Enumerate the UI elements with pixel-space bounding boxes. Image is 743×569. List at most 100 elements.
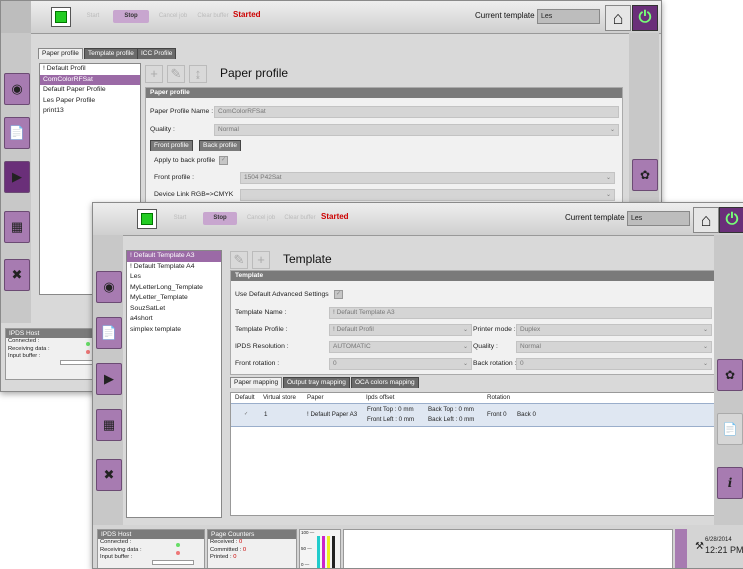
column-header: Rotation <box>487 394 511 401</box>
list-item[interactable]: MyLetterLong_Template <box>127 283 221 294</box>
message-toggle-icon[interactable] <box>675 529 687 568</box>
calendar-icon[interactable]: ▦ <box>4 211 30 243</box>
tab-icc-profile[interactable]: ICC Profile <box>137 48 177 59</box>
printer-status-icon <box>137 209 157 229</box>
document-icon[interactable]: 📄 <box>717 413 743 445</box>
stop-button[interactable]: Stop <box>203 212 237 225</box>
color-icon[interactable]: ✿ <box>717 359 743 391</box>
committed-value: 0 <box>242 546 247 553</box>
list-item[interactable]: ComColorRFSat <box>40 74 140 85</box>
color-wheel-icon[interactable]: ◉ <box>4 73 30 105</box>
current-template-label: Current template : <box>475 11 540 20</box>
list-item[interactable]: MyLetter_Template <box>127 293 221 304</box>
connected-label: Connected : <box>8 338 40 344</box>
meter-label-100: 100 — <box>301 530 315 535</box>
home-icon[interactable]: ⌂ <box>693 207 719 233</box>
power-icon[interactable]: ⏻ <box>632 5 658 31</box>
tab-paper-mapping[interactable]: Paper mapping <box>230 377 283 388</box>
back-top-cell: Back Top : 0 mm <box>428 406 474 413</box>
quality-select[interactable]: Normal ⌄ <box>214 124 619 136</box>
device-link-select[interactable]: ⌄ <box>240 189 615 201</box>
list-item[interactable]: Les Paper Profile <box>40 96 140 107</box>
a4-paper-icon[interactable]: 📄 <box>4 117 30 149</box>
device-link-label: Device Link RGB=>CMYK <box>154 191 234 198</box>
template-profile-select[interactable]: ! Default Profil ⌄ <box>329 324 472 336</box>
clear-buffer-button[interactable]: Clear buffer <box>195 10 231 23</box>
ipds-resolution-select[interactable]: AUTOMATIC ⌄ <box>329 341 472 353</box>
ipds-resolution-value: AUTOMATIC <box>333 343 371 350</box>
power-icon[interactable]: ⏻ <box>719 207 743 233</box>
tools-icon[interactable]: ✖ <box>4 259 30 291</box>
tab-back-profile[interactable]: Back profile <box>199 140 241 151</box>
play-icon[interactable]: ▶ <box>4 161 30 193</box>
list-item[interactable]: SouzSatLet <box>127 304 221 315</box>
page-title: Paper profile <box>220 66 289 80</box>
list-item[interactable]: print13 <box>40 106 140 117</box>
tab-front-profile[interactable]: Front profile <box>150 140 193 151</box>
connected-status-icon <box>176 543 180 547</box>
tools-icon[interactable]: ✖ <box>96 459 122 491</box>
front-rotation-value: 0 <box>333 360 337 367</box>
chevron-down-icon: ⌄ <box>702 344 708 350</box>
start-button[interactable]: Start <box>165 212 195 225</box>
profile-name-label: Paper Profile Name : <box>150 108 214 115</box>
add-icon[interactable]: + <box>252 251 270 269</box>
list-item[interactable]: Default Paper Profile <box>40 85 140 96</box>
printer-status-icon <box>51 7 71 27</box>
quality-value: Normal <box>218 126 239 133</box>
front-rotation-select[interactable]: 0 ⌄ <box>329 358 472 370</box>
time-label: 12:21 PM <box>705 545 743 555</box>
edit-icon[interactable]: ✎ <box>230 251 248 269</box>
default-checkbox[interactable]: ✓ <box>244 410 248 419</box>
use-default-checkbox[interactable]: ✓ <box>334 290 343 299</box>
ink-bar-black <box>332 536 335 568</box>
color-wheel-icon[interactable]: ◉ <box>96 271 122 303</box>
list-item[interactable]: ! Default Profil <box>40 64 140 75</box>
template-name-field[interactable]: ! Default Template A3 <box>329 307 712 319</box>
list-item[interactable]: a4short <box>127 314 221 325</box>
apply-back-checkbox[interactable]: ✓ <box>219 156 228 165</box>
front-profile-label: Front profile : <box>154 174 195 181</box>
profile-name-field[interactable]: ComColorRFSat <box>214 106 619 118</box>
clear-buffer-button[interactable]: Clear buffer <box>281 212 319 225</box>
chevron-down-icon: ⌄ <box>462 327 468 333</box>
info-icon[interactable]: i <box>717 467 743 499</box>
tab-template-profile[interactable]: Template profile <box>84 48 138 59</box>
color-icon[interactable]: ✿ <box>632 159 658 191</box>
tab-output-tray-mapping[interactable]: Output tray mapping <box>283 377 350 388</box>
stop-button[interactable]: Stop <box>113 10 149 23</box>
receiving-label: Receiving data : <box>8 345 50 352</box>
chevron-down-icon: ⌄ <box>702 327 708 333</box>
edit-icon[interactable]: ✎ <box>167 65 185 83</box>
chevron-down-icon: ⌄ <box>462 344 468 350</box>
front-rotation-cell: Front 0 <box>487 411 507 418</box>
front-profile-select[interactable]: 1504 P42Sat ⌄ <box>240 172 615 184</box>
cancel-job-button[interactable]: Cancel job <box>155 10 191 23</box>
calendar-icon[interactable]: ▦ <box>96 409 122 441</box>
ipds-host-panel: IPDS Host Connected : Receiving data : I… <box>97 529 205 568</box>
delete-icon[interactable]: ↨ <box>189 65 207 83</box>
tab-paper-profile[interactable]: Paper profile <box>38 48 83 59</box>
a4-paper-icon[interactable]: 📄 <box>96 317 122 349</box>
column-header: Paper <box>307 394 324 401</box>
page-counters-panel: Page Counters Received : 0 Committed : 0… <box>207 529 297 568</box>
toolbar: Start Stop Cancel job Clear buffer Start… <box>93 203 743 236</box>
quality-select[interactable]: Normal ⌄ <box>516 341 712 353</box>
list-item[interactable]: Les <box>127 272 221 283</box>
list-item[interactable]: ! Default Template A4 <box>127 262 221 273</box>
front-profile-value: 1504 P42Sat <box>244 174 282 181</box>
list-item[interactable]: simplex template <box>127 325 221 336</box>
cancel-job-button[interactable]: Cancel job <box>243 212 279 225</box>
printer-mode-select[interactable]: Duplex ⌄ <box>516 324 712 336</box>
paper-mapping-table: Default Virtual store Paper Ipds offset … <box>230 392 717 516</box>
tab-oca-colors-mapping[interactable]: OCA colors mapping <box>351 377 419 388</box>
play-icon[interactable]: ▶ <box>96 363 122 395</box>
back-rotation-select[interactable]: 0 ⌄ <box>516 358 712 370</box>
start-button[interactable]: Start <box>79 10 107 23</box>
list-item[interactable]: ! Default Template A3 <box>127 251 221 262</box>
home-icon[interactable]: ⌂ <box>605 5 631 31</box>
committed-row: Committed : 0 <box>208 547 296 555</box>
receiving-label: Receiving data : <box>100 546 142 553</box>
table-row[interactable]: ✓ 1 ! Default Paper A3 Front Top : 0 mm … <box>231 403 716 427</box>
add-icon[interactable]: + <box>145 65 163 83</box>
